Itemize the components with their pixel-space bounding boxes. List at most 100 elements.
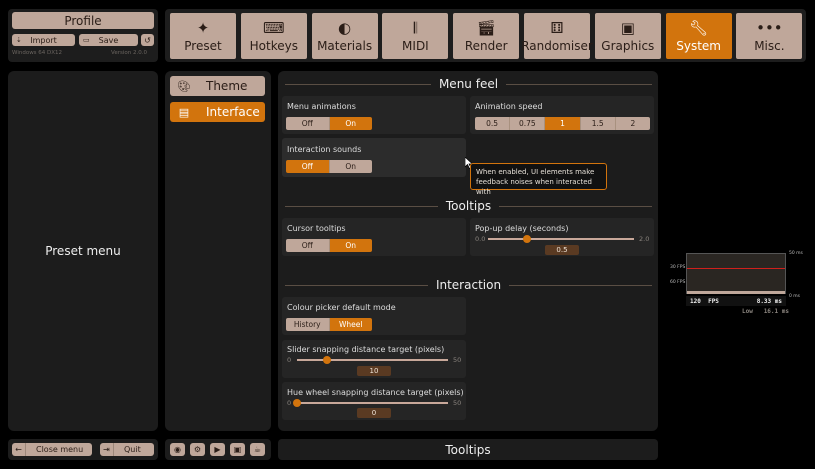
save-label: Save bbox=[98, 35, 119, 45]
fps-readout: 120 FPS 8.33 ms bbox=[686, 296, 786, 306]
section-menu-feel: Menu feel bbox=[285, 76, 652, 92]
tab-label: Randomiser bbox=[521, 39, 593, 53]
ellipsis-icon: ••• bbox=[756, 19, 783, 37]
sparkle-icon: ✦ bbox=[196, 19, 210, 37]
import-button[interactable]: ⇣ Import bbox=[12, 34, 75, 46]
popup-delay-value[interactable]: 0.5 bbox=[545, 245, 579, 255]
colour-picker-history[interactable]: History bbox=[286, 318, 330, 331]
colour-picker-label: Colour picker default mode bbox=[287, 303, 396, 312]
fps-axis-30: 30 FPS bbox=[670, 265, 686, 270]
slider-snap-knob[interactable] bbox=[323, 356, 331, 364]
image-icon: ▣ bbox=[620, 19, 635, 37]
tab-label: System bbox=[676, 39, 721, 53]
speed-option[interactable]: 1.5 bbox=[580, 117, 616, 130]
close-menu-label: Close menu bbox=[36, 445, 84, 454]
tab-system[interactable]: 🔧︎ System bbox=[665, 13, 732, 59]
tab-randomiser[interactable]: ⚅ Randomiser bbox=[521, 13, 593, 59]
hue-snap-knob[interactable] bbox=[293, 399, 301, 407]
interaction-sounds-toggle[interactable]: Off On bbox=[286, 160, 372, 173]
discord-icon[interactable]: ◉ bbox=[170, 443, 185, 456]
piano-icon: 𝄃 bbox=[413, 19, 418, 37]
preset-menu-panel: Preset menu bbox=[8, 71, 158, 431]
wrench-icon: 🔧︎ bbox=[689, 19, 709, 37]
dice-icon: ⚅ bbox=[550, 19, 564, 37]
slider-snap-max: 50 bbox=[453, 356, 462, 364]
version-label: Version 2.0.0 bbox=[111, 50, 147, 56]
tab-render[interactable]: 🎬︎ Render bbox=[453, 13, 520, 59]
window-icon: ▤ bbox=[178, 105, 190, 119]
popup-delay-max: 2.0 bbox=[639, 235, 650, 243]
profile-button[interactable]: Profile bbox=[12, 12, 154, 29]
colour-picker-wheel[interactable]: Wheel bbox=[329, 318, 372, 331]
animation-speed-selector[interactable]: 0.5 0.75 1 1.5 2 bbox=[475, 117, 650, 130]
speed-option[interactable]: 2 bbox=[615, 117, 650, 130]
popup-delay-min: 0.0 bbox=[475, 235, 486, 243]
tab-preset[interactable]: ✦ Preset bbox=[170, 13, 236, 59]
category-interface-label: Interface bbox=[206, 105, 260, 119]
quit-button[interactable]: ⇥ Quit bbox=[100, 443, 154, 456]
tooltips-bar: Tooltips bbox=[278, 439, 658, 460]
steam-icon[interactable]: ⚙ bbox=[190, 443, 205, 456]
slider-snap-label: Slider snapping distance target (pixels) bbox=[287, 345, 445, 354]
save-icon: ▭ bbox=[83, 36, 90, 44]
fps-count: 120 FPS bbox=[690, 297, 719, 305]
tab-label: Graphics bbox=[601, 39, 655, 53]
tab-label: Misc. bbox=[754, 39, 785, 53]
colour-picker-mode-toggle[interactable]: History Wheel bbox=[286, 318, 372, 331]
speed-option[interactable]: 1 bbox=[545, 117, 581, 130]
tab-label: Materials bbox=[317, 39, 373, 53]
popup-delay-slider-track[interactable] bbox=[488, 238, 634, 240]
slider-snap-value[interactable]: 10 bbox=[357, 366, 391, 376]
cursor-tooltips-on[interactable]: On bbox=[329, 239, 372, 252]
palette-icon: 🎨︎ bbox=[177, 79, 191, 93]
category-interface[interactable]: ▤ Interface bbox=[170, 102, 265, 122]
animation-speed-label: Animation speed bbox=[475, 102, 543, 111]
tab-materials[interactable]: ◐ Materials bbox=[311, 13, 378, 59]
quit-label: Quit bbox=[124, 445, 141, 454]
menu-animations-on[interactable]: On bbox=[329, 117, 372, 130]
tab-label: MIDI bbox=[402, 39, 429, 53]
speed-option[interactable]: 0.75 bbox=[510, 117, 546, 130]
speed-option[interactable]: 0.5 bbox=[475, 117, 511, 130]
category-theme[interactable]: 🎨︎ Theme bbox=[170, 76, 265, 96]
section-interaction: Interaction bbox=[285, 277, 653, 293]
slider-snap-track[interactable] bbox=[297, 359, 448, 361]
tab-misc[interactable]: ••• Misc. bbox=[736, 13, 803, 59]
menu-animations-toggle[interactable]: Off On bbox=[286, 117, 372, 130]
cursor-tooltips-toggle[interactable]: Off On bbox=[286, 239, 372, 252]
youtube-icon[interactable]: ▶ bbox=[210, 443, 225, 456]
tab-graphics[interactable]: ▣ Graphics bbox=[594, 13, 661, 59]
chat-icon[interactable]: ▣ bbox=[230, 443, 245, 456]
save-button[interactable]: ▭ Save bbox=[79, 34, 138, 46]
close-menu-button[interactable]: ← Close menu bbox=[12, 443, 92, 456]
hue-snap-value[interactable]: 0 bbox=[357, 408, 391, 418]
interaction-sounds-label: Interaction sounds bbox=[287, 145, 362, 154]
interaction-sounds-on[interactable]: On bbox=[329, 160, 372, 173]
category-theme-label: Theme bbox=[206, 79, 248, 93]
hue-snap-min: 0 bbox=[287, 399, 292, 407]
tab-label: Hotkeys bbox=[249, 39, 298, 53]
menu-animations-off[interactable]: Off bbox=[286, 117, 330, 130]
exit-icon: ⇥ bbox=[100, 443, 114, 456]
coffee-icon[interactable]: ☕︎ bbox=[250, 443, 265, 456]
fps-axis-top: 50 ms bbox=[789, 251, 803, 256]
popup-delay-slider-knob[interactable] bbox=[523, 235, 531, 243]
interaction-sounds-off[interactable]: Off bbox=[286, 160, 330, 173]
hue-snap-track[interactable] bbox=[297, 402, 448, 404]
tab-midi[interactable]: 𝄃 MIDI bbox=[382, 13, 449, 59]
history-button[interactable]: ↺ bbox=[141, 34, 154, 46]
tab-label: Preset bbox=[184, 39, 222, 53]
hue-snap-label: Hue wheel snapping distance target (pixe… bbox=[287, 388, 464, 397]
fps-frametime-bars bbox=[687, 291, 785, 294]
os-label: Windows 64 DX12 bbox=[12, 50, 63, 56]
cursor-tooltips-off[interactable]: Off bbox=[286, 239, 330, 252]
cursor-tooltips-label: Cursor tooltips bbox=[287, 224, 346, 233]
keyboard-icon: ⌨ bbox=[262, 19, 285, 37]
interaction-sounds-tooltip: When enabled, UI elements make feedback … bbox=[470, 163, 607, 196]
fps-threshold-line bbox=[687, 268, 785, 269]
tab-hotkeys[interactable]: ⌨ Hotkeys bbox=[240, 13, 307, 59]
preset-menu-label: Preset menu bbox=[45, 244, 121, 258]
import-icon: ⇣ bbox=[16, 36, 22, 44]
menu-animations-label: Menu animations bbox=[287, 102, 356, 111]
clapperboard-icon: 🎬︎ bbox=[476, 19, 496, 37]
